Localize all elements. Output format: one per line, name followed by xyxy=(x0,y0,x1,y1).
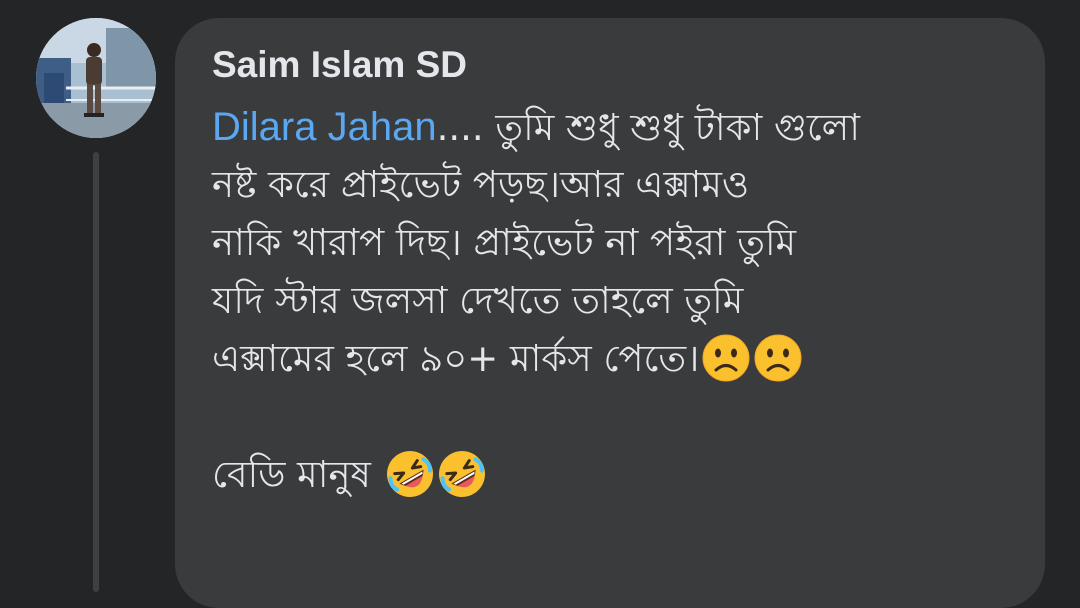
comment-line-1-text: .... তুমি শুধু শুধু টাকা গুলো xyxy=(436,106,860,149)
mention-link[interactable]: Dilara Jahan xyxy=(212,105,437,149)
comment-line-5: এক্সামের হলে ৯০+ মার্কস পেতে। xyxy=(212,330,1012,388)
profile-photo-icon xyxy=(36,18,156,138)
comment-line-3: নাকি খারাপ দিছ। প্রাইভেট না পইরা তুমি xyxy=(212,221,797,264)
rolling-on-the-floor-laughing-icon xyxy=(385,449,435,499)
comment-line-4: যদি স্টার জলসা দেখতে তাহলে তুমি xyxy=(212,279,744,322)
comment-line-6-text: বেডি মানুষ xyxy=(212,453,383,496)
comment-line-6: বেডি মানুষ xyxy=(212,446,1012,504)
reply-thread-line xyxy=(93,152,99,592)
comment-line-2: নষ্ট করে প্রাইভেট পড়ছ।আর এক্সামও xyxy=(212,163,750,206)
comment-line-1: Dilara Jahan.... তুমি শুধু শুধু টাকা গুল… xyxy=(212,98,1012,156)
frowning-face-icon xyxy=(701,333,751,383)
comment-line-5-text: এক্সামের হলে ৯০+ মার্কস পেতে। xyxy=(212,337,700,380)
avatar[interactable] xyxy=(36,18,156,138)
comment-text: Dilara Jahan.... তুমি শুধু শুধু টাকা গুল… xyxy=(212,98,1012,504)
rolling-on-the-floor-laughing-icon xyxy=(437,449,487,499)
frowning-face-icon xyxy=(753,333,803,383)
comment-author-name[interactable]: Saim Islam SD xyxy=(212,42,467,88)
